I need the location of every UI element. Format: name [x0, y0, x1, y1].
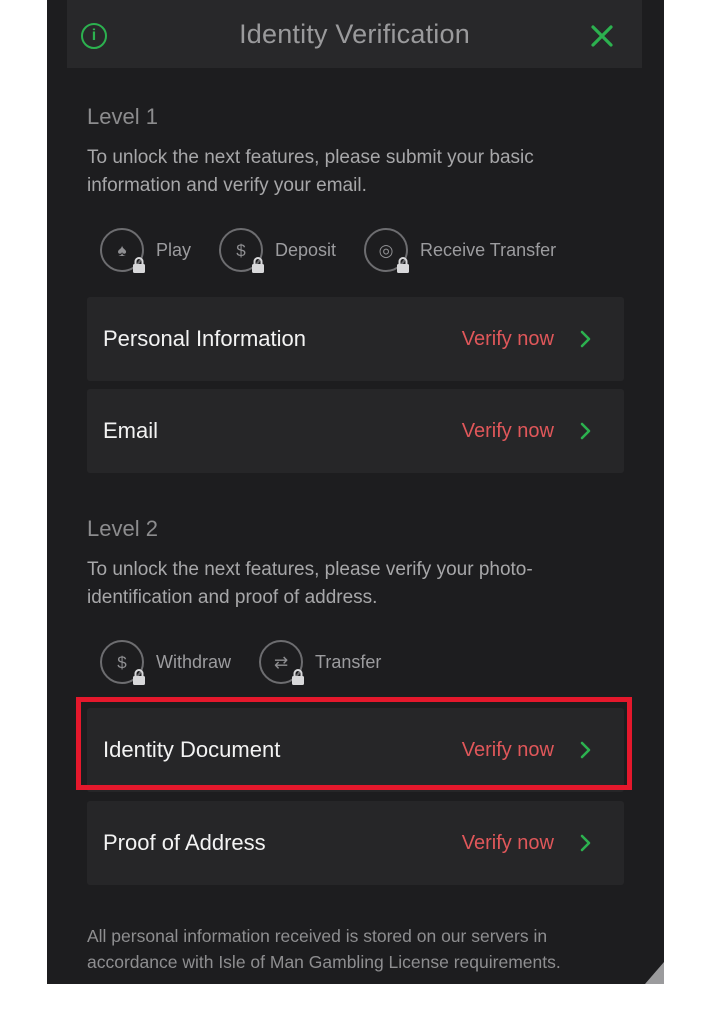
feature-play: ♠ Play [100, 228, 192, 273]
feature-label-withdraw: Withdraw [156, 651, 232, 672]
chevron-right-icon [580, 422, 591, 440]
feature-deposit: $ Deposit [219, 228, 337, 273]
chevron-right-icon [580, 834, 591, 852]
feature-label-receive-transfer: Receive Transfer [420, 239, 557, 260]
verify-now-link[interactable]: Verify now [462, 420, 554, 443]
row-label: Proof of Address [103, 830, 266, 855]
lock-icon [133, 669, 145, 685]
email-row[interactable]: Email Verify now [87, 389, 624, 473]
chevron-right-icon [580, 330, 591, 348]
receive-transfer-icon: ◎ [364, 228, 410, 273]
cards-icon: ♠ [100, 228, 145, 273]
row-label: Personal Information [103, 326, 306, 351]
feature-label-deposit: Deposit [275, 239, 337, 260]
level-1-features: ♠ Play $ Deposit ◎ Receive Transfer [100, 228, 584, 273]
withdraw-icon: $ [100, 640, 145, 685]
feature-receive-transfer: ◎ Receive Transfer [364, 228, 557, 273]
row-label: Email [103, 418, 159, 443]
lock-icon [397, 257, 410, 273]
lock-icon [292, 669, 305, 685]
transfer-icon: ⇄ [259, 640, 305, 685]
verification-screen: i Identity Verification Level 1 To unloc… [47, 0, 664, 984]
level-1-description: To unlock the next features, please subm… [87, 147, 534, 196]
feature-withdraw: $ Withdraw [100, 640, 232, 685]
identity-document-row[interactable]: Identity Document Verify now [87, 708, 624, 792]
close-icon[interactable] [590, 24, 614, 48]
footer-note: All personal information received is sto… [87, 926, 561, 972]
proof-of-address-row[interactable]: Proof of Address Verify now [87, 801, 624, 885]
header-bar: i Identity Verification [67, 0, 642, 68]
feature-label-transfer: Transfer [315, 651, 382, 672]
lock-icon [133, 257, 145, 273]
verify-now-link[interactable]: Verify now [462, 739, 554, 762]
level-2-title: Level 2 [87, 516, 158, 541]
info-icon[interactable]: i [81, 23, 107, 49]
level-2-description: To unlock the next features, please veri… [87, 559, 533, 608]
lock-icon [252, 257, 265, 273]
chevron-right-icon [580, 741, 591, 759]
page-title: Identity Verification [239, 18, 470, 49]
verify-now-link[interactable]: Verify now [462, 832, 554, 855]
feature-label-play: Play [156, 239, 192, 260]
personal-information-row[interactable]: Personal Information Verify now [87, 297, 624, 381]
row-label: Identity Document [103, 737, 281, 762]
verify-now-link[interactable]: Verify now [462, 328, 554, 351]
feature-transfer: ⇄ Transfer [259, 640, 382, 685]
corner-fold [645, 962, 664, 984]
deposit-icon: $ [219, 228, 265, 273]
level-1-title: Level 1 [87, 104, 158, 129]
level-2-features: $ Withdraw ⇄ Transfer [100, 640, 409, 685]
